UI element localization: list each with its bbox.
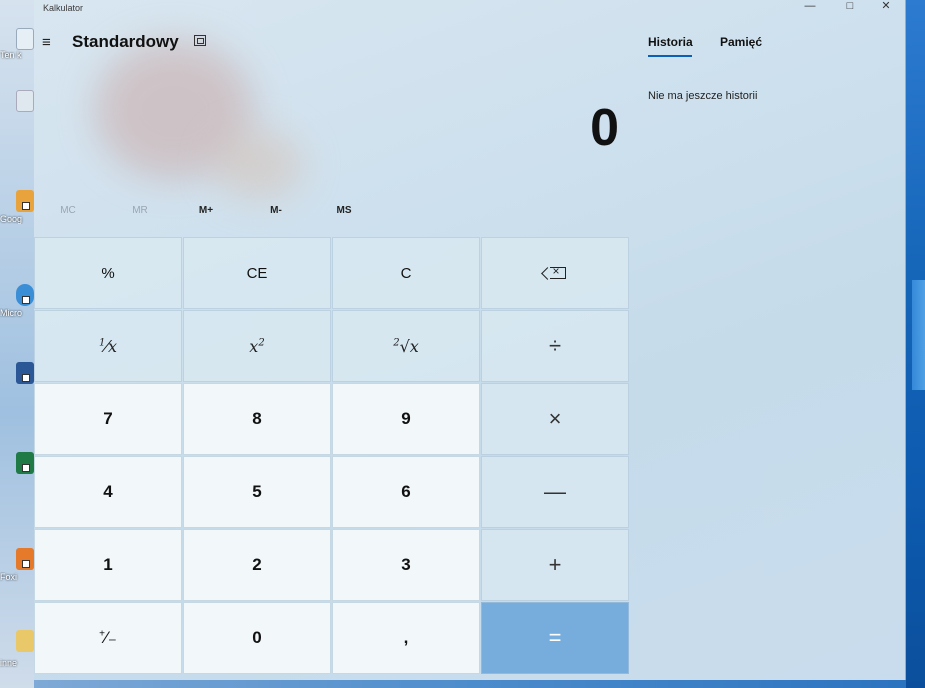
- result-display: 0: [590, 99, 619, 157]
- desktop-right: [906, 0, 925, 688]
- shortcut-arrow-icon: [22, 202, 30, 210]
- clear-button[interactable]: C: [332, 237, 480, 309]
- backspace-button[interactable]: [481, 237, 629, 309]
- digit-7-button[interactable]: 7: [34, 383, 182, 455]
- digit-2-button[interactable]: 2: [183, 529, 331, 601]
- desktop-icon-label: Goog: [0, 214, 23, 224]
- shortcut-arrow-icon: [22, 464, 30, 472]
- history-empty-message: Nie ma jeszcze historii: [648, 90, 758, 102]
- negate-label: +⁄₋: [99, 628, 117, 647]
- hamburger-menu-icon[interactable]: ≡: [42, 34, 51, 51]
- desktop-icon-label: Foxi: [0, 572, 18, 582]
- digit-9-button[interactable]: 9: [332, 383, 480, 455]
- divide-button[interactable]: ÷: [481, 310, 629, 382]
- digit-1-button[interactable]: 1: [34, 529, 182, 601]
- digit-4-button[interactable]: 4: [34, 456, 182, 528]
- window-title: Kalkulator: [43, 3, 84, 13]
- folder-icon: [16, 630, 34, 652]
- mc-button[interactable]: MC: [38, 205, 98, 216]
- decimal-button[interactable]: ,: [332, 602, 480, 674]
- negate-button[interactable]: +⁄₋: [34, 602, 182, 674]
- reciprocal-button[interactable]: 1⁄x: [34, 310, 182, 382]
- minus-button[interactable]: —: [481, 456, 629, 528]
- close-button[interactable]: ✕: [866, 0, 906, 14]
- computer-icon: [16, 28, 34, 50]
- ms-button[interactable]: MS: [314, 205, 374, 216]
- backspace-icon: [549, 264, 566, 279]
- mr-button[interactable]: MR: [110, 205, 170, 216]
- digit-0-button[interactable]: 0: [183, 602, 331, 674]
- keypad: % CE C 1⁄x x2 2√x ÷ 7 8 9 × 4 5 6 — 1 2 …: [34, 237, 632, 681]
- square-label: x2: [249, 336, 265, 356]
- shortcut-arrow-icon: [22, 560, 30, 568]
- acrylic-blur: [214, 130, 304, 200]
- mode-title: Standardowy: [72, 32, 179, 51]
- ce-button[interactable]: CE: [183, 237, 331, 309]
- desktop-left: Ten k Goog Micro Foxi inne: [0, 0, 34, 688]
- calculator-header: ≡ Standardowy: [34, 26, 634, 62]
- maximize-button[interactable]: □: [830, 0, 870, 14]
- equals-button[interactable]: =: [481, 602, 629, 674]
- reciprocal-label: 1⁄x: [98, 336, 118, 356]
- digit-5-button[interactable]: 5: [183, 456, 331, 528]
- shortcut-arrow-icon: [22, 374, 30, 382]
- tab-memory[interactable]: Pamięć: [720, 35, 762, 49]
- keep-on-top-icon[interactable]: [194, 35, 206, 46]
- tab-history[interactable]: Historia: [648, 35, 693, 49]
- m-plus-button[interactable]: M+: [176, 205, 236, 216]
- document-icon: [16, 90, 34, 112]
- digit-6-button[interactable]: 6: [332, 456, 480, 528]
- digit-8-button[interactable]: 8: [183, 383, 331, 455]
- desktop-bottom: [34, 680, 906, 688]
- active-tab-indicator: [648, 55, 692, 57]
- square-button[interactable]: x2: [183, 310, 331, 382]
- digit-3-button[interactable]: 3: [332, 529, 480, 601]
- multiply-button[interactable]: ×: [481, 383, 629, 455]
- percent-button[interactable]: %: [34, 237, 182, 309]
- title-bar: Kalkulator — □ ✕: [34, 0, 906, 14]
- sqrt-button[interactable]: 2√x: [332, 310, 480, 382]
- plus-button[interactable]: +: [481, 529, 629, 601]
- sqrt-label: 2√x: [393, 336, 419, 356]
- shortcut-arrow-icon: [22, 296, 30, 304]
- desktop-icon-label: Ten k: [0, 50, 22, 60]
- desktop-icon-label: Micro: [0, 308, 22, 318]
- desktop-icon-label: inne: [0, 658, 18, 668]
- m-minus-button[interactable]: M-: [246, 205, 306, 216]
- wallpaper-glow: [912, 280, 925, 390]
- minimize-button[interactable]: —: [790, 0, 830, 14]
- memory-row: MC MR M+ M- MS: [34, 205, 634, 225]
- calculator-window: Kalkulator — □ ✕ ≡ Standardowy 0 MC MR M…: [34, 0, 906, 680]
